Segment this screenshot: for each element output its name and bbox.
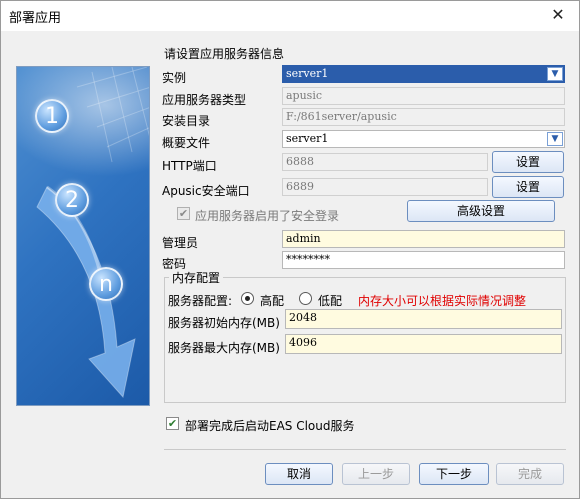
window-title: 部署应用: [9, 11, 62, 26]
high-config-label: 高配: [260, 294, 285, 308]
secure-login-checkbox: ✔: [177, 207, 190, 220]
high-config-radio[interactable]: [241, 292, 254, 305]
server-type-field: apusic: [282, 87, 565, 105]
initial-memory-field[interactable]: 2048: [285, 309, 562, 329]
admin-field[interactable]: admin: [282, 230, 565, 248]
max-memory-field[interactable]: 4096: [285, 334, 562, 354]
wizard-illustration: 1 2 n: [16, 66, 150, 406]
http-port-settings-button[interactable]: 设置: [492, 151, 564, 173]
close-icon[interactable]: ✕: [543, 4, 573, 28]
advanced-settings-button[interactable]: 高级设置: [407, 200, 555, 222]
password-field[interactable]: ********: [282, 251, 565, 269]
memory-config-title: 内存配置: [169, 269, 224, 286]
page-heading: 请设置应用服务器信息: [164, 47, 285, 61]
previous-button: 上一步: [342, 463, 410, 485]
finish-button: 完成: [496, 463, 564, 485]
chevron-down-icon[interactable]: ▼: [547, 67, 563, 81]
install-dir-label: 安装目录: [162, 114, 211, 128]
start-after-deploy-label: 部署完成后启动EAS Cloud服务: [185, 419, 355, 433]
http-port-field: 6888: [282, 153, 488, 171]
server-type-label: 应用服务器类型: [162, 93, 247, 107]
profile-label: 概要文件: [162, 136, 211, 150]
http-port-label: HTTP端口: [162, 159, 217, 173]
secure-port-settings-button[interactable]: 设置: [492, 176, 564, 198]
title-bar: 部署应用 ✕: [1, 1, 579, 31]
low-config-radio[interactable]: [299, 292, 312, 305]
footer-divider: [164, 449, 566, 450]
chevron-down-icon[interactable]: ▼: [547, 132, 563, 146]
instance-select[interactable]: server1: [282, 65, 565, 83]
secure-port-field: 6889: [282, 178, 488, 196]
cancel-button[interactable]: 取消: [265, 463, 333, 485]
max-memory-label: 服务器最大内存(MB): [168, 341, 280, 355]
profile-select[interactable]: server1: [282, 130, 565, 148]
step-n-icon: n: [89, 267, 123, 301]
low-config-label: 低配: [318, 294, 343, 308]
install-dir-field: F:/861server/apusic: [282, 108, 565, 126]
memory-hint-text: 内存大小可以根据实际情况调整: [358, 294, 527, 308]
step-1-icon: 1: [35, 99, 69, 133]
secure-port-label: Apusic安全端口: [162, 184, 250, 198]
next-button[interactable]: 下一步: [419, 463, 489, 485]
step-2-icon: 2: [55, 183, 89, 217]
admin-label: 管理员: [162, 236, 199, 250]
start-after-deploy-checkbox[interactable]: ✔: [166, 417, 179, 430]
secure-login-label: 应用服务器启用了安全登录: [195, 209, 340, 223]
initial-memory-label: 服务器初始内存(MB): [168, 316, 280, 330]
server-config-label: 服务器配置:: [168, 294, 233, 308]
instance-label: 实例: [162, 71, 187, 85]
deploy-dialog: 部署应用 ✕ 请设置应用服务器信息 1 2 n 实例 server1 ▼ 应用服…: [0, 0, 580, 499]
